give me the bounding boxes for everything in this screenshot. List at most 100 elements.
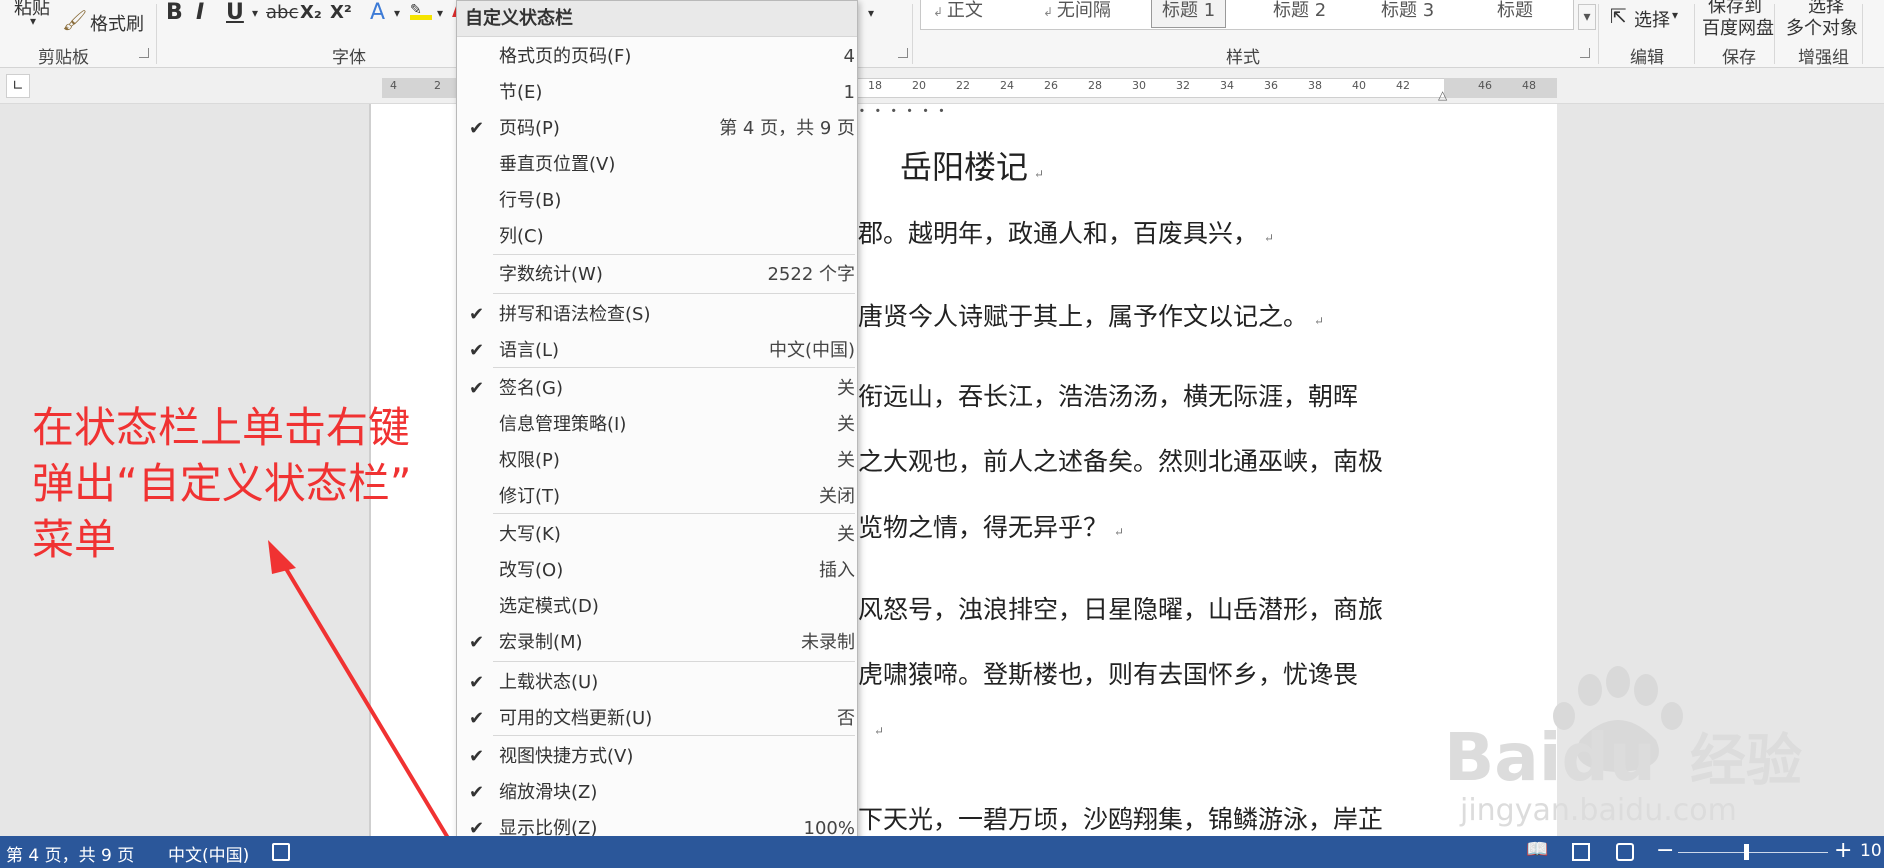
menu-item[interactable]: 行号(B) bbox=[457, 183, 857, 219]
menu-item[interactable]: ✔ 签名(G) 关 bbox=[457, 371, 857, 407]
menu-item-label: 宏录制(M) bbox=[499, 632, 583, 653]
macro-record-icon[interactable] bbox=[272, 843, 290, 861]
document-line[interactable]: 下天光，一碧万顷，沙鸥翔集，锦鳞游泳，岸芷 bbox=[858, 800, 1383, 836]
menu-item-label: 行号(B) bbox=[499, 190, 562, 211]
ruler-number: 40 bbox=[1352, 79, 1366, 92]
zoom-level[interactable]: 10 bbox=[1860, 841, 1882, 861]
document-title[interactable]: 岳阳楼记 ↵ bbox=[900, 142, 1044, 188]
style-heading-1[interactable]: 标题 1 bbox=[1151, 0, 1227, 28]
underline-button[interactable]: U bbox=[226, 0, 244, 25]
ruler-number: 4 bbox=[390, 79, 397, 92]
clipboard-launcher-icon[interactable] bbox=[139, 48, 149, 58]
ruler-number: 22 bbox=[956, 79, 970, 92]
menu-separator bbox=[493, 735, 855, 736]
annotation-line: 菜单 bbox=[32, 515, 117, 564]
style-heading-2[interactable]: 标题 2 bbox=[1273, 0, 1326, 28]
menu-separator bbox=[493, 513, 855, 514]
style-normal[interactable]: ↲ 正文 bbox=[933, 0, 983, 28]
paragraph-mark: ↵ bbox=[874, 724, 885, 738]
ruler-number: 26 bbox=[1044, 79, 1058, 92]
menu-item[interactable]: 字数统计(W) 2522 个字 bbox=[457, 257, 857, 293]
right-indent-marker-icon[interactable]: △ bbox=[1438, 88, 1447, 102]
zoom-slider-track[interactable] bbox=[1678, 852, 1828, 853]
print-layout-icon[interactable] bbox=[1572, 843, 1590, 861]
paragraph-dropdown-icon[interactable]: ▾ bbox=[868, 6, 874, 20]
save-to-baidu-button[interactable]: 百度网盘 bbox=[1702, 14, 1774, 40]
menu-item[interactable]: 大写(K) 关 bbox=[457, 517, 857, 553]
web-layout-icon[interactable] bbox=[1616, 843, 1634, 861]
styles-gallery: ↲ 正文 ↲ 无间隔 标题 1 标题 2 标题 3 标题 bbox=[920, 0, 1574, 30]
document-line[interactable]: 览物之情，得无异乎？ ↵ bbox=[858, 508, 1124, 544]
styles-more-icon[interactable]: ▾ bbox=[1578, 4, 1596, 30]
document-line[interactable]: 唐贤今人诗赋于其上，属予作文以记之。 ↵ bbox=[858, 297, 1324, 333]
select-multiple-objects-button[interactable]: 多个对象 bbox=[1786, 14, 1858, 40]
menu-item[interactable]: ✔ 缩放滑块(Z) bbox=[457, 775, 857, 811]
document-line[interactable]: 之大观也，前人之述备矣。然则北通巫峡，南极 bbox=[858, 442, 1383, 478]
styles-launcher-icon[interactable] bbox=[1580, 48, 1590, 58]
style-heading-3[interactable]: 标题 3 bbox=[1381, 0, 1434, 28]
menu-item-value: 中文(中国) bbox=[768, 340, 855, 361]
statusbar-page-number[interactable]: 第 4 页，共 9 页 bbox=[6, 841, 134, 866]
menu-item-value: 关 bbox=[837, 414, 855, 435]
menu-item-label: 视图快捷方式(V) bbox=[499, 746, 634, 767]
text-effects-dropdown-icon[interactable]: ▾ bbox=[394, 6, 400, 20]
ruler-number: 38 bbox=[1308, 79, 1322, 92]
menu-item[interactable]: 节(E) 1 bbox=[457, 75, 857, 111]
ruler-number: 32 bbox=[1176, 79, 1190, 92]
paragraph-launcher-icon[interactable] bbox=[898, 48, 908, 58]
menu-item[interactable]: 垂直页位置(V) bbox=[457, 147, 857, 183]
paste-dropdown-icon[interactable]: ▾ bbox=[30, 14, 36, 28]
menu-item[interactable]: ✔ 上载状态(U) bbox=[457, 665, 857, 701]
menu-item-label: 页码(P) bbox=[499, 118, 560, 139]
menu-item[interactable]: ✔ 语言(L) 中文(中国) bbox=[457, 333, 857, 369]
select-dropdown-icon[interactable]: ▾ bbox=[1672, 8, 1678, 22]
menu-item-value: 插入 bbox=[819, 560, 855, 581]
format-painter-button[interactable]: 格式刷 bbox=[90, 10, 144, 36]
underline-dropdown-icon[interactable]: ▾ bbox=[252, 6, 258, 20]
menu-item[interactable]: ✔ 宏录制(M) 未录制 bbox=[457, 625, 857, 661]
text-effects-button[interactable]: A bbox=[370, 0, 385, 25]
menu-item-value: 1 bbox=[843, 82, 855, 103]
menu-item[interactable]: 格式页的页码(F) 4 bbox=[457, 39, 857, 75]
zoom-out-button[interactable]: − bbox=[1656, 838, 1674, 863]
tab-selector[interactable]: ∟ bbox=[6, 74, 30, 98]
zoom-in-button[interactable]: + bbox=[1834, 838, 1852, 863]
menu-item[interactable]: 修订(T) 关闭 bbox=[457, 479, 857, 515]
check-icon: ✔ bbox=[469, 672, 485, 693]
highlight-icon[interactable]: ✎ bbox=[410, 2, 432, 20]
menu-item[interactable]: ✔ 拼写和语法检查(S) bbox=[457, 297, 857, 333]
highlight-dropdown-icon[interactable]: ▾ bbox=[437, 6, 443, 20]
select-button[interactable]: 选择 bbox=[1634, 6, 1670, 32]
menu-item[interactable]: ✔ 可用的文档更新(U) 否 bbox=[457, 701, 857, 737]
group-divider bbox=[156, 4, 157, 64]
styles-group-label: 样式 bbox=[1226, 48, 1260, 68]
menu-item[interactable]: 选定模式(D) bbox=[457, 589, 857, 625]
bold-button[interactable]: B bbox=[166, 0, 183, 25]
ruler-number: 36 bbox=[1264, 79, 1278, 92]
statusbar-language[interactable]: 中文(中国) bbox=[168, 841, 249, 866]
status-bar[interactable]: 第 4 页，共 9 页 中文(中国) 📖 − + 10 bbox=[0, 836, 1884, 868]
menu-separator bbox=[493, 254, 855, 255]
document-line[interactable]: 风怒号，浊浪排空，日星隐曜，山岳潜形，商旅 bbox=[858, 590, 1383, 626]
italic-button[interactable]: I bbox=[196, 0, 204, 25]
read-mode-icon[interactable]: 📖 bbox=[1526, 839, 1548, 860]
menu-item-label: 改写(O) bbox=[499, 560, 564, 581]
save-group-label: 保存 bbox=[1722, 48, 1756, 68]
superscript-button[interactable]: X² bbox=[330, 2, 352, 23]
strikethrough-button[interactable]: abc bbox=[266, 2, 298, 23]
zoom-slider-thumb[interactable] bbox=[1743, 844, 1749, 860]
menu-separator bbox=[493, 661, 855, 662]
menu-item[interactable]: 信息管理策略(I) 关 bbox=[457, 407, 857, 443]
style-title[interactable]: 标题 bbox=[1497, 0, 1533, 28]
document-line[interactable]: 衔远山，吞长江，浩浩汤汤，横无际涯，朝晖 bbox=[858, 377, 1358, 413]
menu-item[interactable]: 列(C) bbox=[457, 219, 857, 255]
menu-item[interactable]: ✔ 视图快捷方式(V) bbox=[457, 739, 857, 775]
subscript-button[interactable]: X₂ bbox=[300, 2, 322, 23]
style-no-spacing[interactable]: ↲ 无间隔 bbox=[1043, 0, 1111, 28]
menu-item[interactable]: 改写(O) 插入 bbox=[457, 553, 857, 589]
menu-item[interactable]: ✔ 页码(P) 第 4 页，共 9 页 bbox=[457, 111, 857, 147]
menu-item[interactable]: 权限(P) 关 bbox=[457, 443, 857, 479]
document-line[interactable]: 虎啸猿啼。登斯楼也，则有去国怀乡，忧谗畏 bbox=[858, 655, 1358, 691]
group-divider bbox=[1598, 4, 1599, 64]
document-line[interactable]: 郡。越明年，政通人和，百废具兴， ↵ bbox=[858, 214, 1274, 250]
